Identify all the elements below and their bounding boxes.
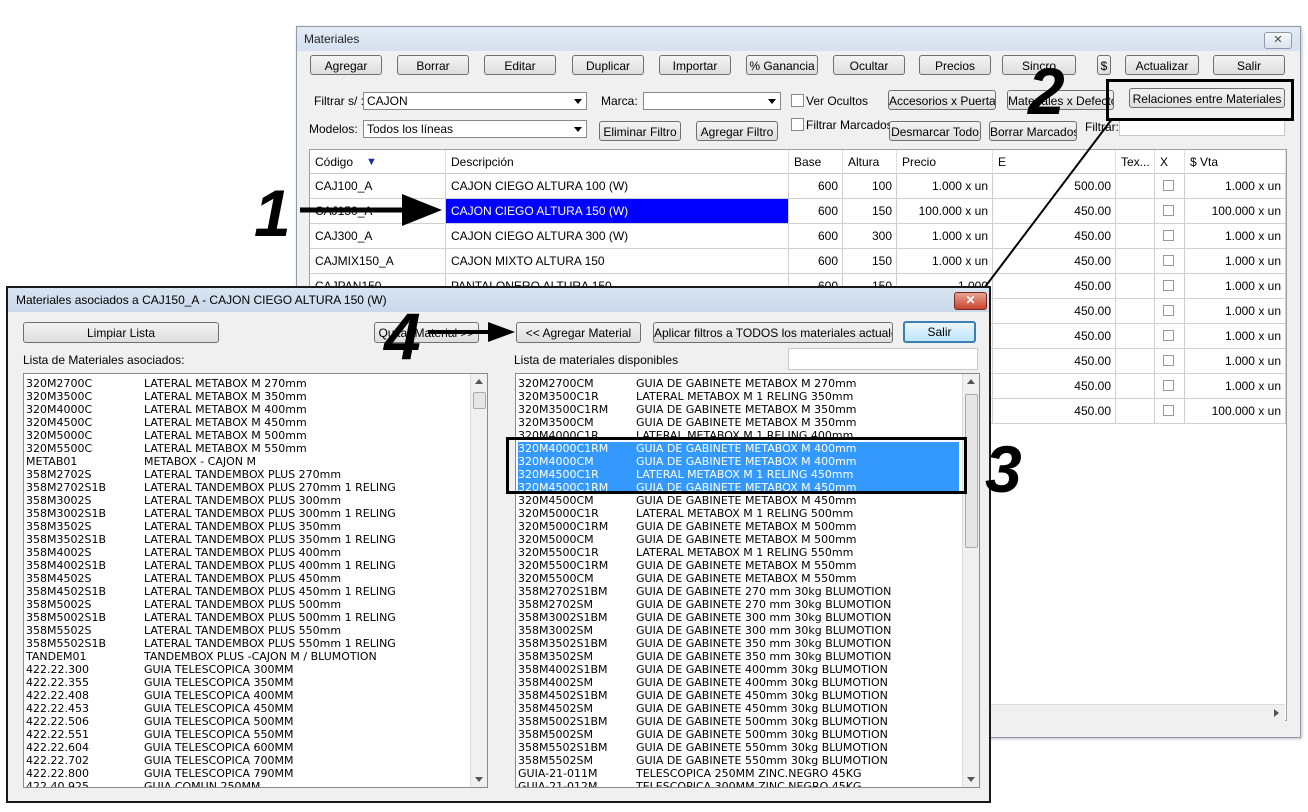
annotation-number-2: 2 — [1028, 54, 1065, 128]
annotation-number-1: 1 — [254, 176, 291, 250]
arrow-4-head — [488, 322, 515, 342]
annotation-number-3: 3 — [985, 432, 1022, 506]
annotation-arrow-4 — [428, 322, 515, 342]
annotation-number-4: 4 — [384, 299, 421, 373]
